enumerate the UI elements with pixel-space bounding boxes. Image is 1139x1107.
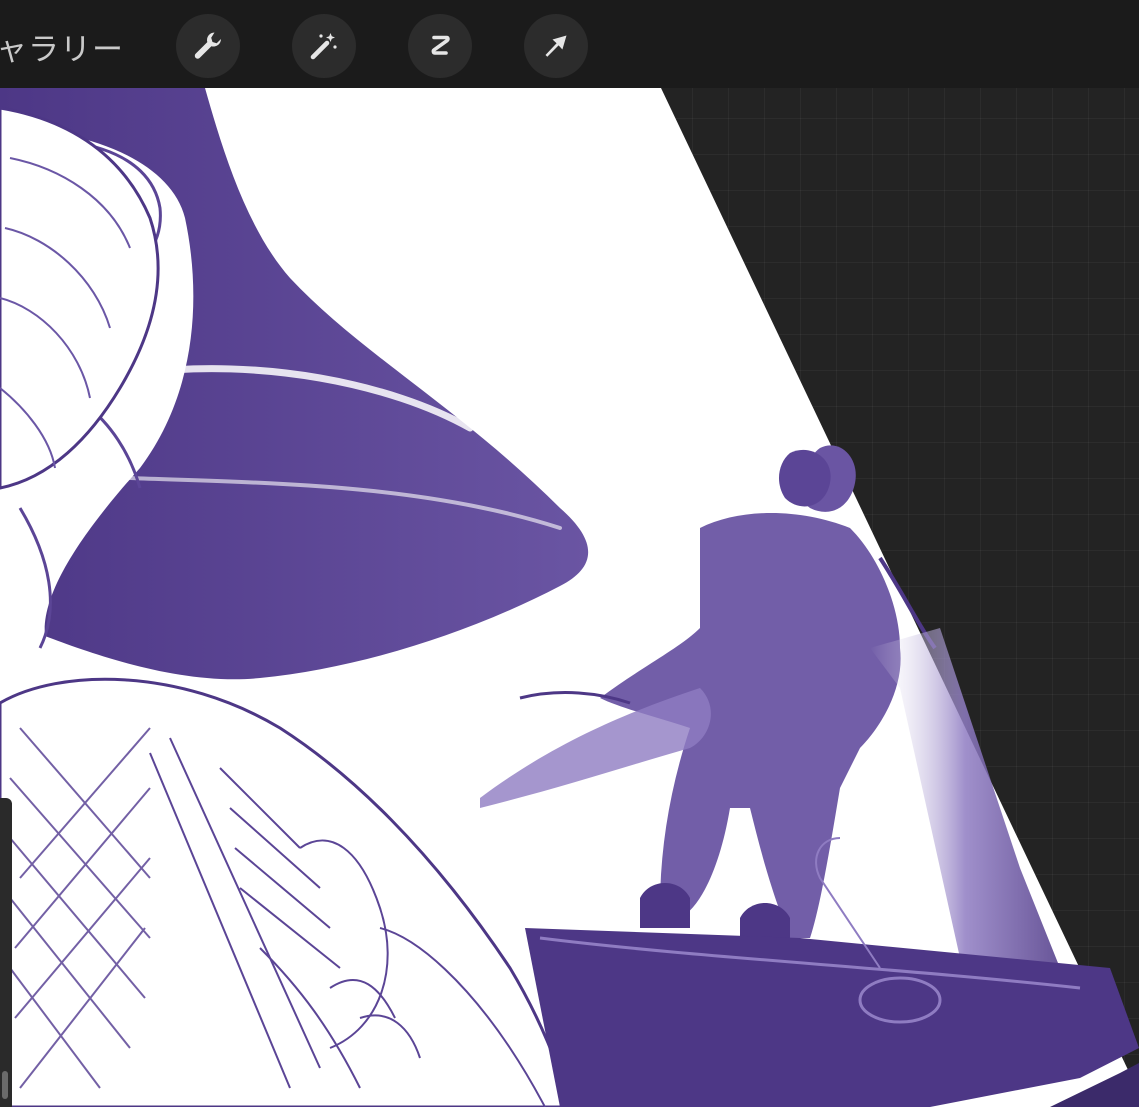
drawing-canvas[interactable] xyxy=(0,88,1139,1107)
wrench-icon xyxy=(194,32,221,59)
transform-button[interactable] xyxy=(524,14,588,78)
artwork-canvas[interactable] xyxy=(0,88,1139,1107)
magic-wand-icon xyxy=(310,33,337,60)
sidebar-handle[interactable] xyxy=(0,798,12,1107)
procreate-workspace: ャラリー xyxy=(0,0,1139,1107)
selection-s-icon xyxy=(431,35,450,55)
sidebar-slider-thumb[interactable] xyxy=(2,1071,8,1099)
transform-arrow-icon xyxy=(545,35,567,57)
gallery-button[interactable]: ャラリー xyxy=(0,24,124,69)
top-toolbar: ャラリー xyxy=(0,0,1139,88)
adjustments-button[interactable] xyxy=(292,14,356,78)
selection-button[interactable] xyxy=(408,14,472,78)
actions-button[interactable] xyxy=(176,14,240,78)
